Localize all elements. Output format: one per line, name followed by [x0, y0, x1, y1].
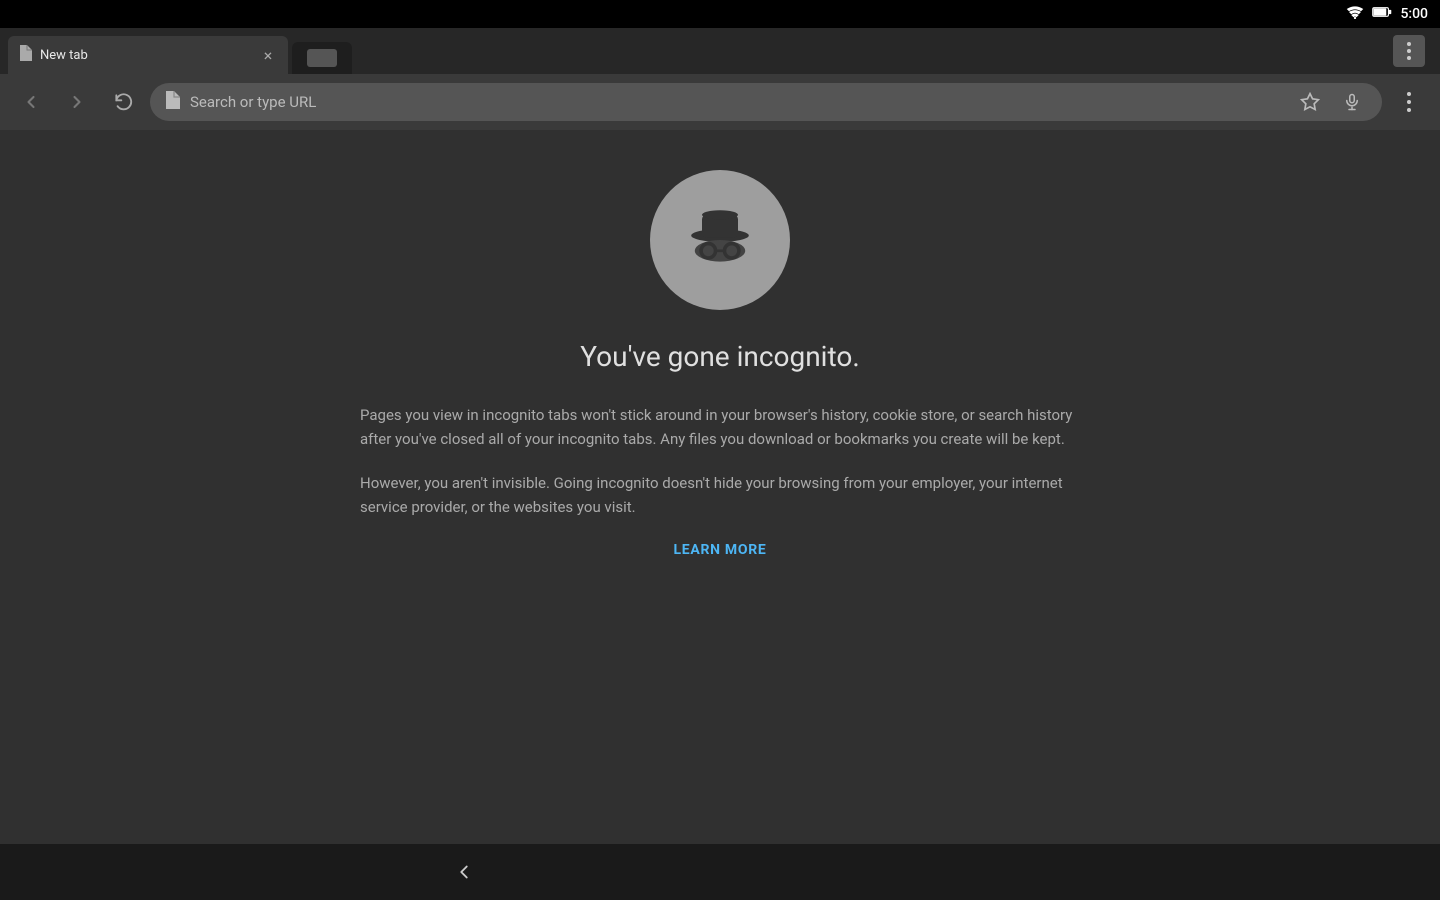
- kebab-icon: [1407, 92, 1411, 112]
- overflow-menu-button[interactable]: [1390, 83, 1428, 121]
- search-placeholder: Search or type URL: [190, 93, 1284, 111]
- incognito-title: You've gone incognito.: [580, 340, 859, 373]
- voice-search-button[interactable]: [1336, 86, 1368, 118]
- omnibox-doc-icon: [164, 91, 180, 113]
- status-time: 5:00: [1400, 6, 1428, 22]
- menu-button[interactable]: [1386, 28, 1432, 74]
- tab-close-button[interactable]: ×: [258, 45, 278, 65]
- tab-bar: New tab ×: [0, 28, 1440, 74]
- wifi-icon: [1346, 5, 1364, 23]
- android-back-button[interactable]: [446, 854, 482, 890]
- forward-button[interactable]: [58, 83, 96, 121]
- incognito-paragraph-2: However, you aren't invisible. Going inc…: [360, 471, 1080, 519]
- active-tab[interactable]: New tab ×: [8, 36, 288, 74]
- inactive-tab[interactable]: [292, 42, 352, 74]
- tab-title: New tab: [40, 48, 250, 63]
- learn-more-link[interactable]: LEARN MORE: [360, 539, 1080, 561]
- incognito-paragraph-1: Pages you view in incognito tabs won't s…: [360, 403, 1080, 451]
- address-bar[interactable]: Search or type URL: [150, 83, 1382, 121]
- toolbar: Search or type URL: [0, 74, 1440, 130]
- tab-doc-icon: [18, 45, 32, 65]
- back-button[interactable]: [12, 83, 50, 121]
- status-bar: 5:00: [0, 0, 1440, 28]
- android-recents-button[interactable]: [958, 854, 994, 890]
- bookmark-button[interactable]: [1294, 86, 1326, 118]
- incognito-description: Pages you view in incognito tabs won't s…: [360, 403, 1080, 561]
- reload-button[interactable]: [104, 83, 142, 121]
- android-home-button[interactable]: [702, 854, 738, 890]
- incognito-content: You've gone incognito. Pages you view in…: [0, 130, 1440, 844]
- incognito-icon: [650, 170, 790, 310]
- battery-icon: [1372, 6, 1392, 22]
- android-nav-bar: [0, 844, 1440, 900]
